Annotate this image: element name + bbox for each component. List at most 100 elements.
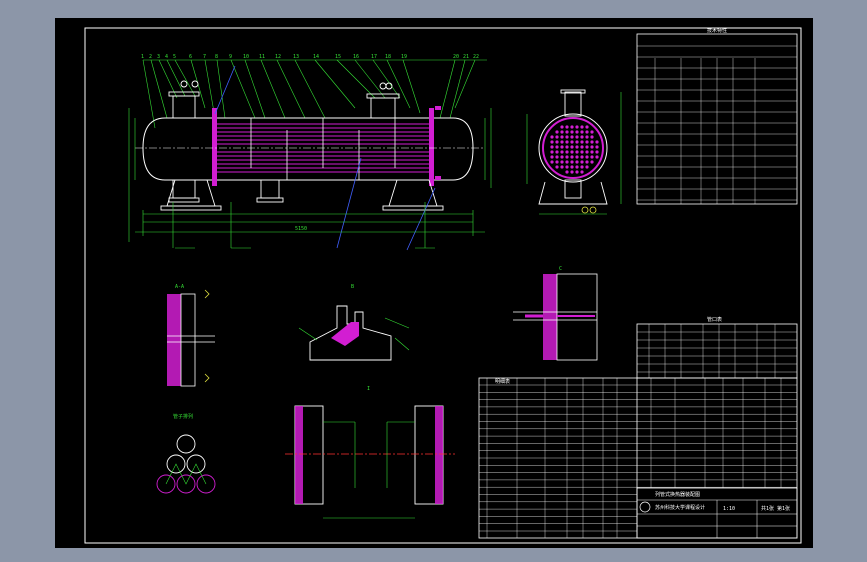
svg-text:20: 20: [453, 54, 459, 60]
tube-hole: [580, 140, 584, 144]
tube-hole: [565, 135, 569, 139]
nozzle-table: 管口表: [636, 316, 798, 379]
tube-hole: [575, 145, 579, 149]
tube-hole: [565, 145, 569, 149]
tube-hole: [550, 160, 554, 164]
tube-hole: [580, 155, 584, 159]
svg-text:管口表: 管口表: [707, 316, 722, 323]
tube-hole: [570, 170, 574, 174]
tech-spec-table: 技术特性: [636, 27, 798, 205]
drawing-scale: 1:10: [723, 506, 735, 512]
tube-hole: [570, 130, 574, 134]
svg-text:技术特性: 技术特性: [707, 27, 727, 34]
svg-text:C: C: [559, 266, 562, 272]
tube-hole: [570, 135, 574, 139]
tube-hole: [590, 140, 594, 144]
svg-text:7: 7: [203, 54, 206, 60]
svg-text:6: 6: [189, 54, 192, 60]
tube-hole: [560, 135, 564, 139]
tube-hole: [555, 130, 559, 134]
svg-text:4: 4: [165, 54, 168, 60]
tube-hole: [555, 150, 559, 154]
tube-hole: [555, 155, 559, 159]
nozzle-tube-outlet: [172, 179, 196, 199]
tube-hole: [585, 165, 589, 169]
tube-hole: [595, 150, 599, 154]
tube-hole: [555, 140, 559, 144]
tube-hole: [565, 170, 569, 174]
tube-hole: [550, 145, 554, 149]
tube-hole: [575, 140, 579, 144]
drawing-title: 列管式换热器装配图: [655, 491, 700, 498]
tube-hole: [575, 160, 579, 164]
detail-view-c: C: [513, 266, 598, 361]
tube-hole: [585, 150, 589, 154]
tube-hole: [595, 155, 599, 159]
nozzle-shell-outlet: [260, 179, 280, 199]
tube-hole: [580, 160, 584, 164]
tube-hole: [570, 150, 574, 154]
tube-hole: [560, 155, 564, 159]
tube-hole: [555, 165, 559, 169]
tube-hole: [560, 145, 564, 149]
svg-text:10: 10: [243, 54, 249, 60]
tube-hole: [585, 130, 589, 134]
shell-body: [142, 117, 474, 181]
svg-text:A-A: A-A: [175, 284, 184, 290]
tube-hole: [580, 170, 584, 174]
tube-hole: [575, 150, 579, 154]
svg-text:3: 3: [157, 54, 160, 60]
svg-text:9: 9: [229, 54, 232, 60]
tube-hole: [590, 130, 594, 134]
bom-title: 明细表: [495, 378, 510, 385]
left-tube-sheet: [212, 112, 217, 186]
end-view: [526, 89, 622, 215]
tube-hole: [570, 165, 574, 169]
tube-hole: [560, 150, 564, 154]
svg-text:I: I: [367, 386, 370, 392]
svg-text:15: 15: [335, 54, 341, 60]
tube-hole: [575, 165, 579, 169]
tube-hole: [570, 160, 574, 164]
tube-hole: [565, 160, 569, 164]
tube-arrangement-view: 管子排列: [156, 413, 216, 494]
svg-text:17: 17: [371, 54, 377, 60]
drawing-sheet: 123 456 789 10 11 12 13 14 15 16 17 18 19 20 21 …: [55, 18, 813, 548]
tube-hole: [575, 170, 579, 174]
tube-hole: [580, 165, 584, 169]
company-name: 苏州科技大学课程设计: [655, 504, 705, 511]
svg-text:18: 18: [385, 54, 391, 60]
tube-hole: [575, 135, 579, 139]
tube-hole: [575, 130, 579, 134]
school-logo-icon: [639, 501, 651, 513]
tube-hole: [555, 135, 559, 139]
tube-hole: [580, 125, 584, 129]
detail-view-b: B: [298, 284, 410, 361]
main-elevation-view: 123 456 789 10 11 12 13 14 15 16 17 18 19 20 21 …: [128, 54, 492, 251]
tube-hole: [570, 155, 574, 159]
tube-hole: [560, 130, 564, 134]
tube-hole: [585, 160, 589, 164]
tube-hole: [570, 125, 574, 129]
tube-hole: [595, 145, 599, 149]
right-tube-sheet: [429, 112, 434, 186]
nozzles: [168, 80, 400, 203]
tube-hole: [590, 155, 594, 159]
svg-text:B: B: [351, 284, 354, 290]
tube-hole: [550, 155, 554, 159]
total-length-dim: 5150: [295, 226, 307, 232]
tube-hole: [565, 165, 569, 169]
tube-hole: [550, 150, 554, 154]
svg-text:13: 13: [293, 54, 299, 60]
tube-hole: [565, 140, 569, 144]
tube-hole: [555, 145, 559, 149]
svg-text:11: 11: [259, 54, 265, 60]
tube-hole: [565, 150, 569, 154]
svg-text:5: 5: [173, 54, 176, 60]
svg-text:8: 8: [215, 54, 218, 60]
tube-hole: [575, 155, 579, 159]
cad-drawing: 123 456 789 10 11 12 13 14 15 16 17 18 19 20 21 …: [84, 27, 802, 544]
balloon-numbers: 123 456 789 10 11 12 13 14 15 16 17 18 19 20 21 …: [141, 54, 479, 60]
svg-text:16: 16: [353, 54, 359, 60]
detail-view-d: I: [285, 386, 455, 519]
